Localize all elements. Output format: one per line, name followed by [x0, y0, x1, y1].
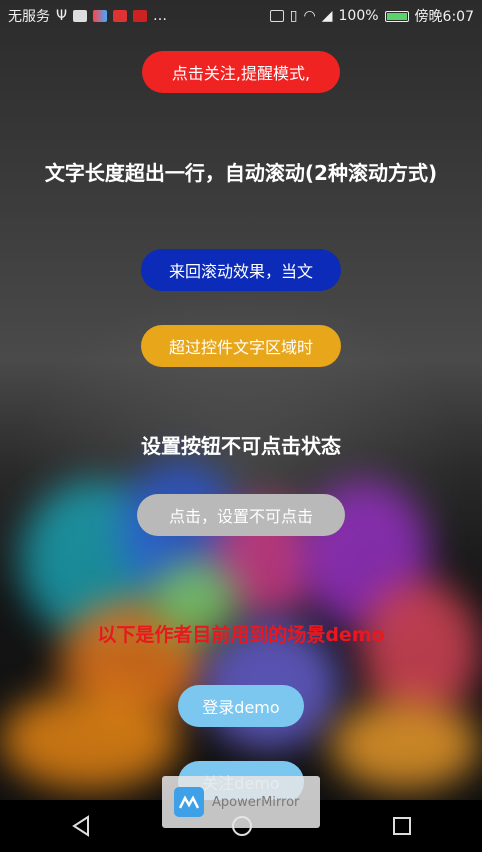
marquee-overflow-label: 超过控件文字区域时 [168, 338, 313, 357]
follow-reminder-label: 点击关注,提醒模式, [171, 64, 311, 83]
back-icon[interactable] [70, 815, 92, 837]
demo-section-title: 以下是作者目前用到的场景demo [97, 624, 385, 646]
cast-icon [269, 10, 284, 22]
mirror-app-icon [73, 10, 88, 22]
colorful-app-icon [93, 10, 108, 22]
battery-icon [384, 10, 409, 22]
disabled-click-label: 点击，设置不可点击 [168, 507, 313, 526]
clock: 傍晚6:07 [414, 9, 474, 25]
marquee-back-forth-label: 来回滚动效果，当文 [168, 262, 313, 281]
apowermirror-overlay[interactable]: ApowerMirror [162, 776, 320, 828]
status-bar: 无服务 Ψ … ▯ ◠ ◢ 100% 傍晚6:07 [0, 0, 482, 32]
huawei-store-icon [133, 10, 148, 22]
login-demo-button[interactable]: 登录demo [178, 685, 304, 727]
recents-icon[interactable] [392, 816, 412, 836]
usb-icon: Ψ [56, 8, 68, 24]
battery-percent: 100% [338, 8, 379, 24]
login-demo-label: 登录demo [202, 698, 280, 717]
marquee-back-forth-button[interactable]: 来回滚动效果，当文 [141, 249, 341, 291]
apowermirror-label: ApowerMirror [212, 794, 300, 810]
apowermirror-logo-icon [174, 787, 204, 817]
marquee-overflow-button[interactable]: 超过控件文字区域时 [141, 325, 341, 367]
huawei-icon [113, 10, 128, 22]
status-left: 无服务 Ψ … [8, 6, 167, 26]
marquee-section-title: 文字长度超出一行，自动滚动(2种滚动方式) [44, 161, 438, 185]
disabled-section-title: 设置按钮不可点击状态 [141, 434, 341, 458]
vibrate-icon: ▯ [289, 8, 298, 24]
wifi-icon: ◠ [303, 8, 316, 24]
status-right: ▯ ◠ ◢ 100% 傍晚6:07 [269, 6, 474, 26]
more-notifications-icon: … [153, 8, 168, 24]
disabled-click-button[interactable]: 点击，设置不可点击 [137, 494, 345, 536]
follow-reminder-button[interactable]: 点击关注,提醒模式, [142, 51, 340, 93]
signal-icon: ◢ [321, 8, 333, 24]
carrier-text: 无服务 [8, 9, 50, 25]
